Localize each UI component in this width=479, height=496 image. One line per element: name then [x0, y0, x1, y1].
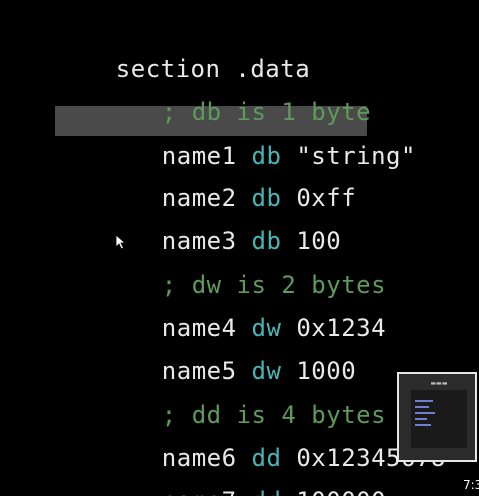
label-name7: name7 — [162, 487, 237, 496]
comment-dd: ; dd is 4 bytes — [102, 364, 386, 429]
preview-bar — [415, 418, 427, 420]
code-line-name7[interactable]: name7 dd 100000 — [102, 450, 386, 496]
comment-db: ; db is 1 byte — [102, 61, 371, 126]
preview-thumbnail[interactable]: ▬▬▬ — [397, 372, 477, 462]
code-line-name3[interactable]: name3 db 100 — [102, 190, 341, 255]
preview-thumbnail-panel — [411, 390, 467, 448]
value-name7: 100000 — [296, 487, 386, 496]
section-directive: section .data — [56, 18, 310, 83]
preview-bar — [415, 424, 431, 426]
video-timestamp: 7:3 — [463, 478, 479, 492]
code-line-name6[interactable]: name6 dd 0x12345678 — [102, 407, 446, 472]
code-line-name4[interactable]: name4 dw 0x1234 — [102, 277, 386, 342]
mouse-pointer-icon — [115, 234, 127, 250]
comment-dw: ; dw is 2 bytes — [102, 234, 386, 299]
preview-bar — [415, 412, 435, 414]
preview-thumbnail-title-icon: ▬▬▬ — [430, 380, 448, 387]
preview-bar — [415, 406, 429, 408]
directive-dd: dd — [252, 487, 282, 496]
code-line-name5[interactable]: name5 dw 1000 — [102, 320, 356, 385]
code-line-name1[interactable]: name1 db "string" — [102, 105, 416, 170]
preview-bar — [415, 400, 433, 402]
code-editor-screen: section .data ; db is 1 byte name1 db "s… — [0, 0, 479, 496]
code-line-name2[interactable]: name2 db 0xff — [102, 147, 356, 212]
